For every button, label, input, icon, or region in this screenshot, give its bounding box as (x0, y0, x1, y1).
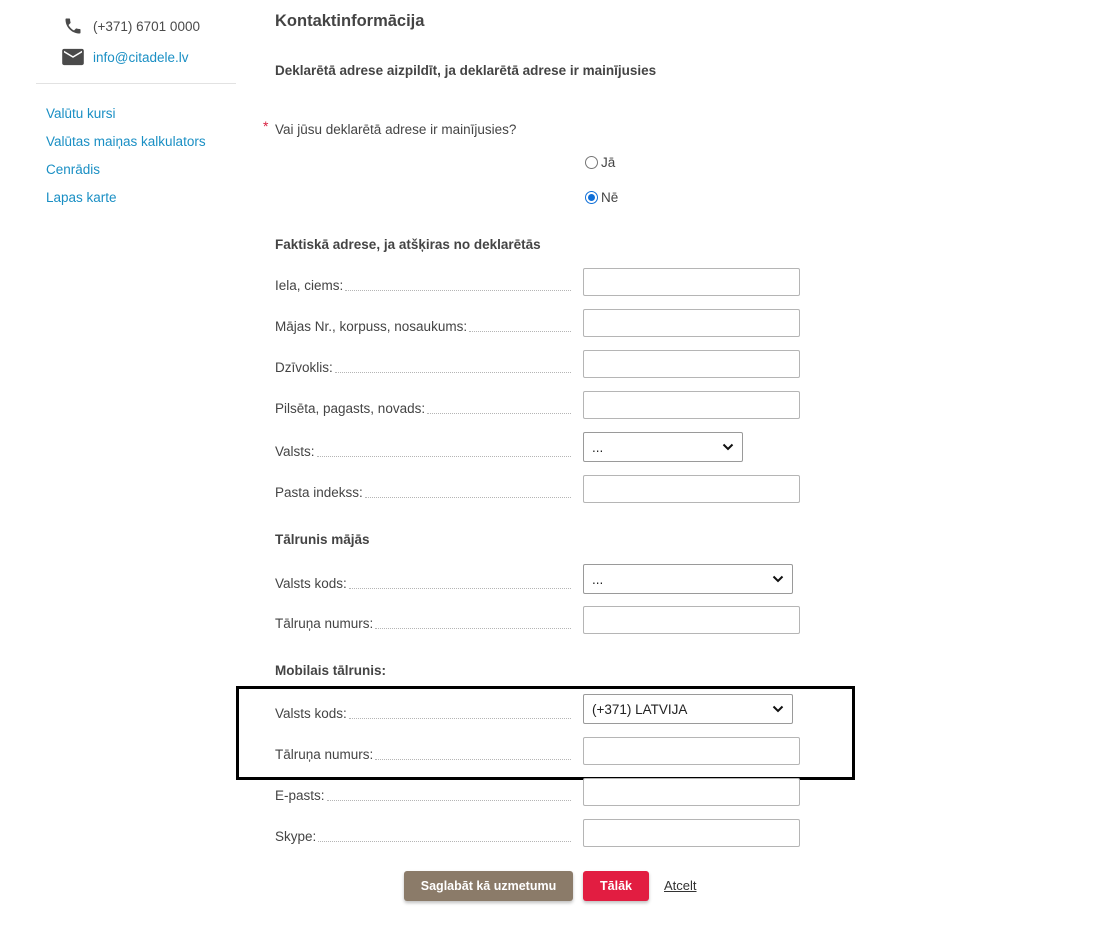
radio-option-yes[interactable]: Jā (585, 155, 615, 170)
required-marker: * (263, 118, 269, 134)
save-draft-button[interactable]: Saglabāt kā uzmetumu (404, 871, 573, 901)
mobile-number-label: Tālruņa numurs: (275, 746, 571, 762)
dotted-leader (326, 800, 571, 801)
phone-icon (62, 15, 84, 37)
dotted-leader (345, 290, 571, 291)
mobile-country-code-select[interactable]: (+371) LATVIJA (583, 694, 793, 724)
home-number-label-text: Tālruņa numurs: (275, 616, 374, 631)
radio-no[interactable] (585, 191, 598, 204)
cancel-link[interactable]: Atcelt (664, 878, 697, 893)
home-country-code-select[interactable]: ... (583, 564, 793, 594)
country-select-value: ... (592, 439, 604, 455)
sidebar-email[interactable]: info@citadele.lv (62, 46, 189, 68)
dotted-leader (375, 759, 571, 760)
sidebar-phone: (+371) 6701 0000 (62, 15, 200, 37)
radio-no-label: Nē (601, 190, 619, 205)
mobile-phone-title: Mobilais tālrunis: (275, 663, 387, 678)
home-number-input[interactable] (583, 606, 800, 634)
apartment-label: Dzīvoklis: (275, 359, 571, 375)
sidebar-nav: Valūtu kursi Valūtas maiņas kalkulators … (46, 106, 206, 218)
dotted-leader (427, 413, 571, 414)
email-label: E-pasts: (275, 787, 571, 803)
street-label: Iela, ciems: (275, 277, 571, 293)
mobile-code-value: (+371) LATVIJA (592, 701, 688, 717)
sidebar-divider (36, 83, 236, 84)
home-phone-title: Tālrunis mājās (275, 532, 370, 547)
chevron-down-icon (772, 575, 784, 583)
sidebar-link[interactable]: Valūtas maiņas kalkulators (46, 134, 206, 149)
email-input[interactable] (583, 778, 800, 806)
dotted-leader (348, 588, 571, 589)
dotted-leader (316, 456, 571, 457)
city-input[interactable] (583, 391, 800, 419)
apartment-input[interactable] (583, 350, 800, 378)
sidebar-item-sitemap[interactable]: Lapas karte (46, 190, 206, 218)
sidebar-link[interactable]: Lapas karte (46, 190, 117, 205)
postal-label: Pasta indekss: (275, 484, 571, 500)
home-number-label: Tālruņa numurs: (275, 615, 571, 631)
email-label-text: E-pasts: (275, 788, 325, 803)
sidebar-item-price-list[interactable]: Cenrādis (46, 162, 206, 190)
skype-label-text: Skype: (275, 829, 317, 844)
postal-input[interactable] (583, 475, 800, 503)
home-code-value: ... (592, 571, 604, 587)
dotted-leader (364, 497, 571, 498)
skype-label: Skype: (275, 828, 571, 844)
mobile-number-input[interactable] (583, 737, 800, 765)
actual-address-title: Faktiskā adrese, ja atšķiras no deklarēt… (275, 237, 541, 252)
country-select[interactable]: ... (583, 432, 743, 462)
address-changed-question: Vai jūsu deklarētā adrese ir mainījusies… (275, 122, 517, 137)
city-label: Pilsēta, pagasts, novads: (275, 400, 571, 416)
mobile-number-label-text: Tālruņa numurs: (275, 747, 374, 762)
sidebar-item-exchange-rates[interactable]: Valūtu kursi (46, 106, 206, 134)
house-label: Mājas Nr., korpuss, nosaukums: (275, 318, 571, 334)
dotted-leader (334, 372, 571, 373)
page-title: Kontaktinformācija (275, 12, 425, 30)
mobile-code-label-text: Valsts kods: (275, 706, 347, 721)
dotted-leader (375, 628, 571, 629)
sidebar-link[interactable]: Cenrādis (46, 162, 100, 177)
email-link[interactable]: info@citadele.lv (93, 50, 189, 65)
phone-number: (+371) 6701 0000 (93, 18, 200, 34)
dotted-leader (318, 841, 571, 842)
chevron-down-icon (722, 443, 734, 451)
sidebar-link[interactable]: Valūtu kursi (46, 106, 116, 121)
home-code-label-text: Valsts kods: (275, 576, 347, 591)
country-label-text: Valsts: (275, 444, 315, 459)
street-label-text: Iela, ciems: (275, 278, 344, 293)
country-label: Valsts: (275, 443, 571, 459)
house-label-text: Mājas Nr., korpuss, nosaukums: (275, 319, 468, 334)
chevron-down-icon (772, 705, 784, 713)
house-input[interactable] (583, 309, 800, 337)
radio-option-no[interactable]: Nē (585, 190, 618, 205)
apartment-label-text: Dzīvoklis: (275, 360, 333, 375)
home-code-label: Valsts kods: (275, 575, 571, 591)
street-input[interactable] (583, 268, 800, 296)
dotted-leader (469, 331, 571, 332)
mobile-code-label: Valsts kods: (275, 705, 571, 721)
mail-icon (62, 46, 84, 68)
declared-address-note: Deklarētā adrese aizpildīt, ja deklarētā… (275, 63, 657, 78)
postal-label-text: Pasta indekss: (275, 485, 363, 500)
radio-yes-label: Jā (601, 155, 616, 170)
skype-input[interactable] (583, 819, 800, 847)
next-button[interactable]: Tālāk (583, 871, 649, 901)
dotted-leader (348, 718, 571, 719)
city-label-text: Pilsēta, pagasts, novads: (275, 401, 426, 416)
sidebar-item-currency-calculator[interactable]: Valūtas maiņas kalkulators (46, 134, 206, 162)
radio-yes[interactable] (585, 156, 598, 169)
